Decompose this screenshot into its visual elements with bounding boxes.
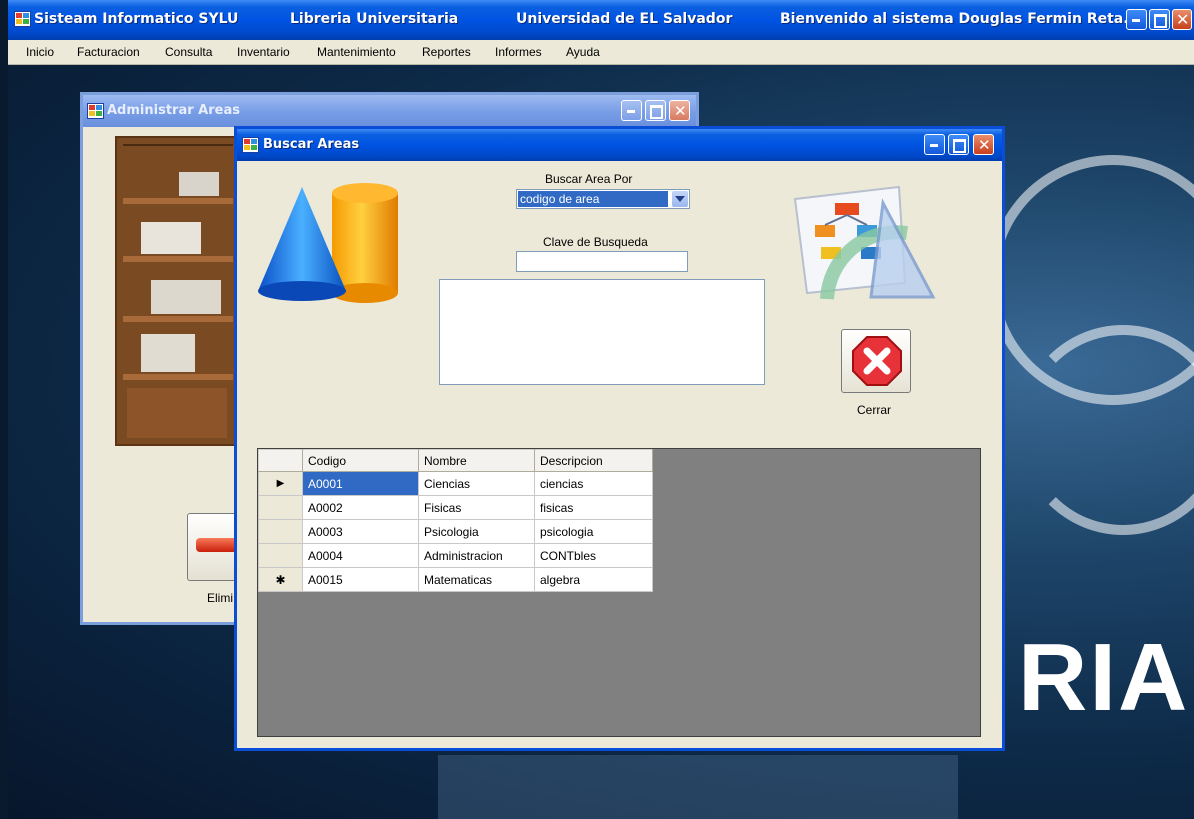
admin-window-title: Administrar Areas xyxy=(107,103,240,118)
delete-button-label: Elimi xyxy=(207,591,233,605)
search-by-label: Buscar Area Por xyxy=(545,172,633,186)
table-cell[interactable]: A0002 xyxy=(302,495,419,520)
grid-corner xyxy=(258,449,303,472)
admin-window-icon xyxy=(87,103,104,119)
column-header-nombre[interactable]: Nombre xyxy=(418,449,535,472)
wallpaper-glow xyxy=(438,755,958,819)
table-cell[interactable]: ciencias xyxy=(534,471,653,496)
search-close-button[interactable]: ✕ xyxy=(973,134,994,155)
maximize-icon xyxy=(650,105,663,119)
table-cell[interactable]: fisicas xyxy=(534,495,653,520)
table-row-new[interactable]: ✱ A0015 Matematicas algebra xyxy=(258,567,653,592)
app-title-library: Libreria Universitaria xyxy=(290,11,459,27)
table-cell[interactable]: psicologia xyxy=(534,519,653,544)
menu-facturacion[interactable]: Facturacion xyxy=(77,45,140,59)
app-maximize-button[interactable] xyxy=(1149,9,1170,30)
grid-table: Codigo Nombre Descripcion ▶ A0001 Cienci… xyxy=(258,449,653,592)
minimize-icon xyxy=(930,144,938,147)
app-minimize-button[interactable] xyxy=(1126,9,1147,30)
table-cell[interactable]: Ciencias xyxy=(418,471,535,496)
row-indicator[interactable] xyxy=(258,519,303,544)
column-header-codigo[interactable]: Codigo xyxy=(302,449,419,472)
table-row[interactable]: A0003 Psicologia psicologia xyxy=(258,519,653,544)
search-maximize-button[interactable] xyxy=(948,134,969,155)
table-row[interactable]: A0002 Fisicas fisicas xyxy=(258,495,653,520)
menu-inicio[interactable]: Inicio xyxy=(26,45,54,59)
menu-inventario[interactable]: Inventario xyxy=(237,45,290,59)
app-title-bar: Sisteam Informatico SYLU Libreria Univer… xyxy=(8,0,1194,40)
table-cell[interactable]: Fisicas xyxy=(418,495,535,520)
close-icon: ✕ xyxy=(978,136,991,154)
app-title-welcome: Bienvenido al sistema Douglas Fermin Ret… xyxy=(780,11,1140,27)
table-cell[interactable]: A0001 xyxy=(302,471,419,496)
search-by-value: codigo de area xyxy=(518,191,668,207)
row-indicator[interactable]: ▶ xyxy=(258,471,303,496)
app-title-university: Universidad de EL Salvador xyxy=(516,11,733,27)
minimize-icon xyxy=(1132,19,1140,22)
org-chart-icon xyxy=(793,185,936,300)
search-window-title: Buscar Areas xyxy=(263,137,360,152)
table-cell[interactable]: algebra xyxy=(534,567,653,592)
results-textarea[interactable] xyxy=(439,279,765,385)
menu-consulta[interactable]: Consulta xyxy=(165,45,212,59)
row-indicator[interactable]: ✱ xyxy=(258,567,303,592)
menu-ayuda[interactable]: Ayuda xyxy=(566,45,600,59)
chevron-down-icon xyxy=(675,196,685,202)
search-title-bar: Buscar Areas ✕ xyxy=(237,129,1002,161)
close-button-label: Cerrar xyxy=(857,403,892,417)
table-cell[interactable]: Psicologia xyxy=(418,519,535,544)
minimize-icon xyxy=(627,110,635,113)
app-window-icon xyxy=(14,11,31,27)
admin-minimize-button[interactable] xyxy=(621,100,642,121)
search-key-label: Clave de Busqueda xyxy=(543,235,648,249)
menu-informes[interactable]: Informes xyxy=(495,45,542,59)
table-cell[interactable]: Administracion xyxy=(418,543,535,568)
maximize-icon xyxy=(953,139,966,153)
table-row[interactable]: A0004 Administracion CONTbles xyxy=(258,543,653,568)
table-row[interactable]: ▶ A0001 Ciencias ciencias xyxy=(258,471,653,496)
close-icon: ✕ xyxy=(674,102,687,120)
app-close-button[interactable]: ✕ xyxy=(1172,9,1192,30)
search-minimize-button[interactable] xyxy=(924,134,945,155)
admin-maximize-button[interactable] xyxy=(645,100,666,121)
search-by-select[interactable]: codigo de area xyxy=(516,189,690,209)
table-cell[interactable]: A0003 xyxy=(302,519,419,544)
menu-mantenimiento[interactable]: Mantenimiento xyxy=(317,45,396,59)
table-cell[interactable]: Matematicas xyxy=(418,567,535,592)
cone-cylinder-icon xyxy=(258,183,398,303)
close-window-button[interactable] xyxy=(841,329,911,393)
wallpaper-text: RIA xyxy=(1018,624,1190,731)
close-icon: ✕ xyxy=(1176,10,1190,29)
table-cell[interactable]: A0015 xyxy=(302,567,419,592)
app-title: Sisteam Informatico SYLU xyxy=(34,11,239,27)
close-x-icon xyxy=(852,336,902,386)
table-cell[interactable]: CONTbles xyxy=(534,543,653,568)
row-indicator[interactable] xyxy=(258,543,303,568)
grid-header-row: Codigo Nombre Descripcion xyxy=(258,449,653,472)
search-areas-window: Buscar Areas ✕ Buscar Area Por codigo de… xyxy=(234,126,1005,751)
row-indicator[interactable] xyxy=(258,495,303,520)
admin-title-bar: Administrar Areas ✕ xyxy=(83,95,696,127)
bookshelf-image xyxy=(115,136,240,446)
table-cell[interactable]: A0004 xyxy=(302,543,419,568)
dropdown-arrow-button[interactable] xyxy=(672,191,688,207)
column-header-descripcion[interactable]: Descripcion xyxy=(534,449,653,472)
maximize-icon xyxy=(1154,14,1167,28)
areas-data-grid[interactable]: Codigo Nombre Descripcion ▶ A0001 Cienci… xyxy=(257,448,981,737)
search-window-icon xyxy=(242,137,259,153)
admin-close-button[interactable]: ✕ xyxy=(669,100,690,121)
menu-bar: Inicio Facturacion Consulta Inventario M… xyxy=(8,40,1194,65)
menu-reportes[interactable]: Reportes xyxy=(422,45,471,59)
search-key-input[interactable] xyxy=(516,251,688,272)
